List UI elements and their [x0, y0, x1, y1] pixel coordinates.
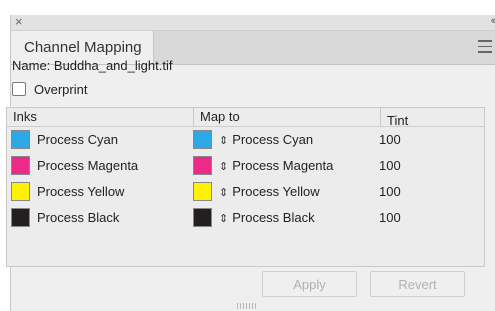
tint-value: 100 [379, 210, 401, 225]
overprint-option[interactable]: Overprint [12, 80, 87, 98]
map-to-value: Process Black [232, 210, 315, 225]
map-to-value: Process Magenta [232, 158, 334, 173]
ink-name: Process Black [37, 210, 120, 225]
overprint-label: Overprint [34, 81, 88, 97]
collapse-icon[interactable]: ‹‹ [491, 14, 495, 29]
ink-name: Process Cyan [37, 132, 118, 147]
ink-name: Process Yellow [37, 184, 125, 199]
ink-swatch [11, 156, 30, 175]
map-to-select[interactable]: ⇕ Process Cyan [219, 127, 313, 154]
map-swatch [193, 182, 212, 201]
file-name-label: Name: Buddha_and_light.tif [12, 58, 173, 73]
close-icon[interactable]: × [15, 14, 23, 29]
channel-table: Inks Map to Tint Process Cyan ⇕ Process C… [6, 107, 485, 267]
updown-arrows-icon: ⇕ [219, 135, 229, 147]
panel-menu-icon[interactable] [478, 40, 492, 54]
ink-name: Process Magenta [37, 158, 139, 173]
tint-value: 100 [379, 184, 401, 199]
updown-arrows-icon: ⇕ [219, 187, 229, 199]
ink-swatch [11, 208, 30, 227]
map-swatch [193, 156, 212, 175]
tint-column-header[interactable]: Tint [380, 108, 487, 128]
map-to-value: Process Yellow [232, 184, 320, 199]
map-swatch [193, 208, 212, 227]
map-to-select[interactable]: ⇕ Process Yellow [219, 179, 320, 206]
table-header: Inks Map to Tint [7, 108, 487, 128]
map-to-select[interactable]: ⇕ Process Black [219, 205, 315, 232]
inks-column-header[interactable]: Inks [13, 108, 37, 126]
table-row[interactable]: Process Magenta ⇕ Process Magenta 100 [7, 153, 484, 179]
table-row[interactable]: Process Yellow ⇕ Process Yellow 100 [7, 179, 484, 205]
tint-value: 100 [379, 158, 401, 173]
table-row[interactable]: Process Black ⇕ Process Black 100 [7, 205, 484, 231]
overprint-checkbox[interactable] [12, 82, 26, 96]
panel-titlebar: × ‹‹ [11, 14, 495, 31]
ink-swatch [11, 182, 30, 201]
map-to-value: Process Cyan [232, 132, 314, 147]
map-to-column-header[interactable]: Map to [193, 108, 380, 126]
tint-value: 100 [379, 132, 401, 147]
updown-arrows-icon: ⇕ [219, 161, 229, 173]
resize-grip[interactable] [237, 303, 257, 309]
table-row[interactable]: Process Cyan ⇕ Process Cyan 100 [7, 127, 484, 153]
map-to-select[interactable]: ⇕ Process Magenta [219, 153, 333, 180]
ink-swatch [11, 130, 30, 149]
revert-button[interactable]: Revert [370, 271, 465, 297]
apply-button[interactable]: Apply [262, 271, 357, 297]
updown-arrows-icon: ⇕ [219, 213, 229, 225]
map-swatch [193, 130, 212, 149]
